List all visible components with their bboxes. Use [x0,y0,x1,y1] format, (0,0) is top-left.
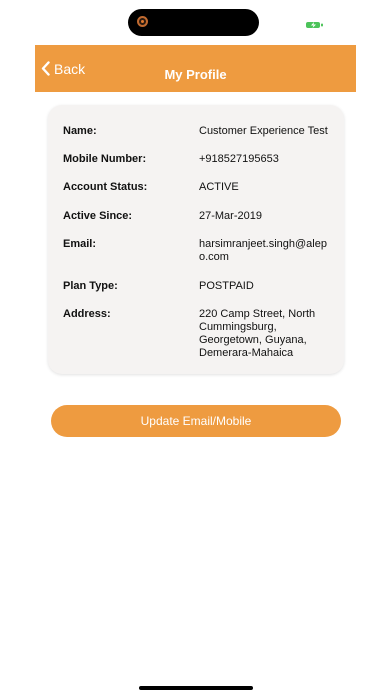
address-label: Address: [63,308,111,320]
account-status-label: Account Status: [63,181,148,193]
mobile-number-label: Mobile Number: [63,153,147,165]
profile-card: Name: Customer Experience Test Mobile Nu… [48,105,344,374]
email-label: Email: [63,238,97,250]
plan-type-value: POSTPAID [199,280,254,292]
email-value: harsimranjeet.singh@alepo.com [199,238,327,263]
battery-charging-icon [305,17,325,28]
active-since-value: 27-Mar-2019 [199,210,262,222]
update-email-mobile-button[interactable]: Update Email/Mobile [51,405,341,437]
active-since-label: Active Since: [63,210,133,222]
name-value: Customer Experience Test [199,125,328,137]
navigation-header: Back My Profile [35,45,356,92]
camera-indicator-icon [137,16,148,27]
back-label: Back [54,60,86,77]
chevron-left-icon [41,61,50,76]
home-indicator[interactable] [139,686,253,690]
dynamic-island [128,9,259,36]
account-status-value: ACTIVE [199,181,239,193]
address-value: 220 Camp Street, North Cummingsburg, Geo… [199,308,316,359]
plan-type-label: Plan Type: [63,280,118,292]
back-button[interactable]: Back [41,45,85,92]
mobile-number-value: +918527195653 [199,153,279,165]
name-label: Name: [63,125,97,137]
